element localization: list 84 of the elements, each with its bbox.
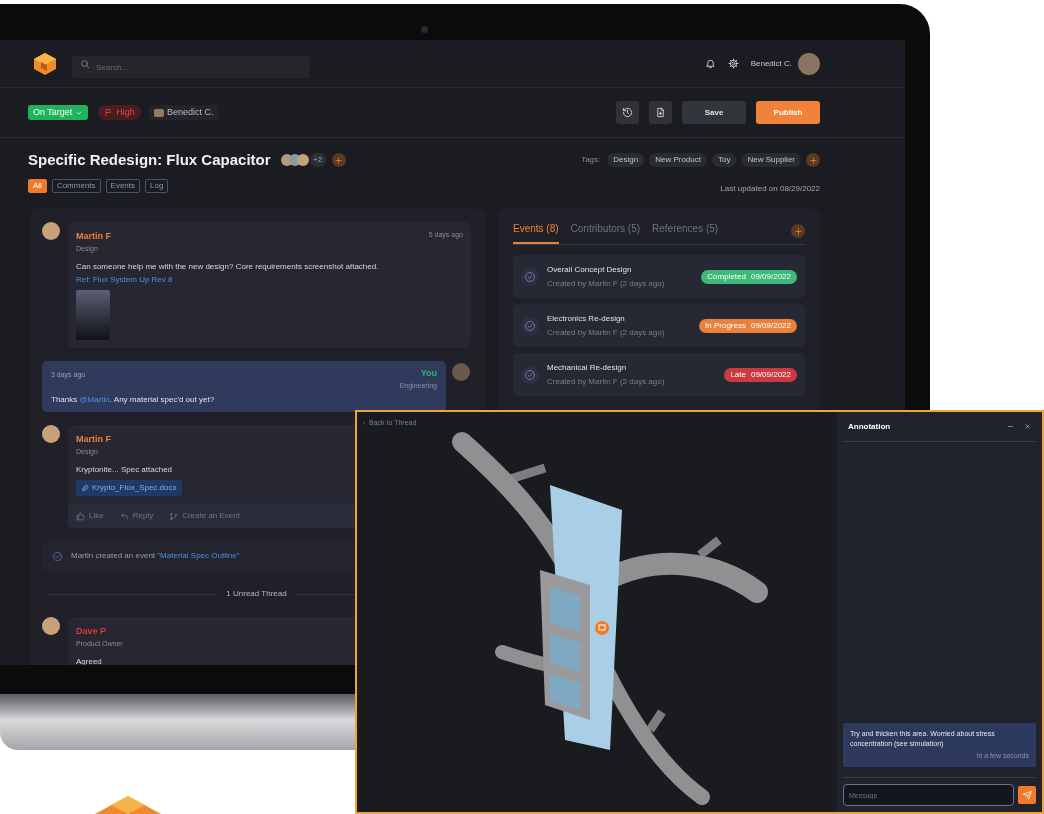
- avatar: [798, 52, 820, 75]
- link[interactable]: Ref: Flux System Up Rev 8: [76, 275, 173, 284]
- unread-label: 1 Unread Thread: [226, 588, 287, 600]
- reply-button[interactable]: Reply: [119, 510, 154, 522]
- user-name: Benedict C.: [750, 57, 792, 70]
- thumbs-up-icon: [76, 511, 85, 521]
- tag[interactable]: New Product: [649, 153, 707, 167]
- reply-icon: [119, 511, 129, 521]
- panel-title: Annotation: [848, 420, 891, 433]
- create-event-button[interactable]: Create an Event: [169, 510, 240, 522]
- avatar: [42, 222, 60, 240]
- search-icon: [80, 58, 90, 69]
- send-icon: [1022, 790, 1032, 800]
- event-title: Overall Concept Design: [547, 263, 633, 276]
- tag[interactable]: Toy: [711, 153, 737, 167]
- more-count: +2: [309, 153, 326, 167]
- avatar: [280, 154, 293, 166]
- message-text: Thanks @Martin. Any material spec'd out yet?: [51, 394, 216, 406]
- last-updated: Last updated on 08/29/2022: [720, 183, 820, 195]
- status-pill: Completed 09/09/2022: [701, 269, 797, 284]
- avatar: [452, 363, 470, 381]
- settings-icon[interactable]: [727, 58, 739, 69]
- add-file-button[interactable]: [649, 101, 672, 124]
- tag[interactable]: Design: [607, 153, 645, 167]
- event-status-icon: [521, 365, 539, 384]
- add-event-button[interactable]: [791, 224, 805, 238]
- check-circle-icon: [52, 550, 63, 562]
- link[interactable]: "Material Spec Outline": [157, 551, 240, 560]
- link[interactable]: @Martin: [79, 395, 110, 404]
- logo-drawing: [95, 796, 161, 814]
- close-icon[interactable]: [1024, 423, 1031, 430]
- tab[interactable]: Contributors (5): [570, 221, 641, 244]
- model-drawing[interactable]: [452, 432, 768, 805]
- filter-tab[interactable]: Log: [145, 179, 169, 193]
- author-name: You: [420, 367, 437, 380]
- page-title: Specific Redesign: Flux Capacitor: [28, 149, 271, 170]
- send-button[interactable]: [1018, 786, 1036, 804]
- filter-tab[interactable]: All: [28, 179, 47, 193]
- author-name: Martin F: [76, 433, 111, 446]
- file-plus-icon: [655, 107, 666, 118]
- history-button[interactable]: [616, 101, 639, 124]
- like-button[interactable]: Like: [76, 510, 104, 522]
- priority-badge[interactable]: High: [98, 105, 141, 120]
- add-tag-button[interactable]: [806, 153, 820, 167]
- message-text: Martin created an event "Material Spec Outline": [71, 550, 240, 562]
- message-text: Can someone help me with the new design? Core requirements screenshot attached. Ref: Flux System Up Rev 8: [76, 261, 380, 286]
- photo-placeholder[interactable]: [76, 290, 110, 340]
- minimize-icon[interactable]: [1007, 423, 1014, 430]
- chevron-left-icon: [361, 420, 367, 427]
- flag-icon: [104, 108, 114, 117]
- status-pill: Late 09/09/2022: [724, 367, 797, 382]
- tag[interactable]: New Supplier: [741, 153, 801, 167]
- tags-label: Tags:: [581, 154, 601, 166]
- plus-icon: [334, 155, 344, 165]
- status-dropdown[interactable]: On Target: [28, 105, 89, 120]
- author-name: Dave P: [76, 625, 107, 638]
- message-text: Agreed: [76, 656, 103, 665]
- history-icon: [622, 107, 633, 118]
- logo-icon[interactable]: [32, 50, 58, 77]
- avatar: [42, 617, 60, 635]
- event-status-icon: [521, 267, 539, 286]
- save-button[interactable]: Save: [682, 101, 746, 124]
- message-text: Kryptonite... Spec attached: [76, 464, 174, 476]
- tab[interactable]: Events (8): [513, 221, 559, 244]
- search-field[interactable]: Search...: [72, 56, 310, 78]
- plus-icon: [793, 226, 803, 236]
- filter-tab[interactable]: Comments: [51, 179, 101, 193]
- event-title: Electronics Re-design: [547, 312, 626, 325]
- avatar: [153, 108, 164, 117]
- plus-icon: [808, 155, 818, 165]
- owner-button[interactable]: Benedict C.: [148, 105, 219, 120]
- event-title: Mechanical Re-design: [547, 361, 628, 374]
- paperclip-icon: [81, 484, 89, 492]
- add-contributor-button[interactable]: [331, 153, 346, 167]
- author-name: Martin F: [76, 230, 111, 243]
- branch-icon: [169, 511, 179, 521]
- event-status-icon: [521, 316, 539, 335]
- filter-tab[interactable]: Events: [105, 179, 141, 193]
- tab[interactable]: References (5): [652, 221, 719, 244]
- bell-icon[interactable]: [704, 58, 716, 69]
- status-pill: In Progress 09/09/2022: [699, 318, 797, 333]
- file-attachment[interactable]: Krypto_Flux_Spec.docx: [76, 480, 182, 496]
- avatar: [42, 425, 60, 443]
- webcam-icon: [421, 26, 428, 33]
